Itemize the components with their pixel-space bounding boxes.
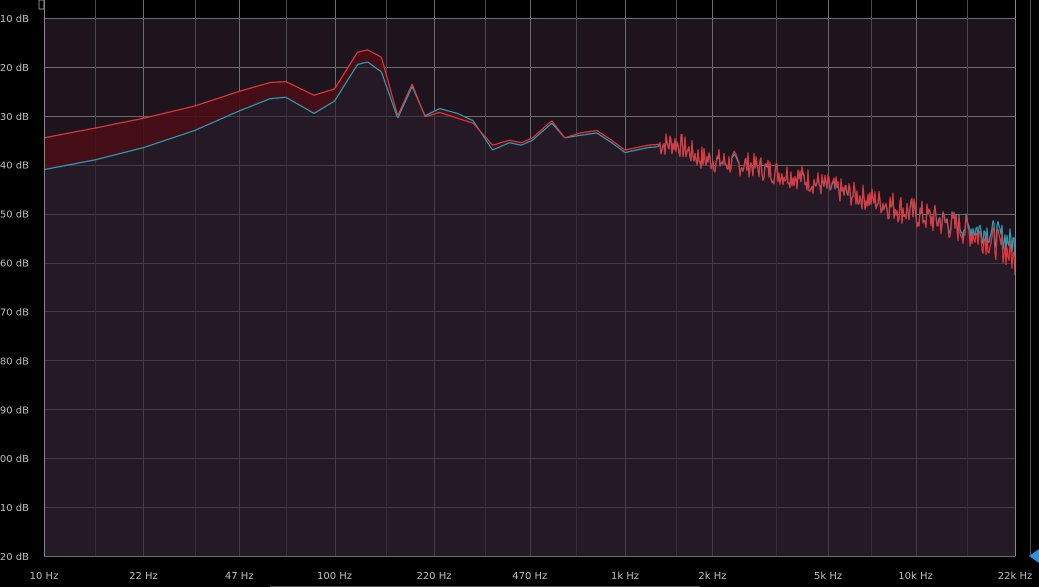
x-tick-label: 10 Hz (30, 571, 59, 582)
x-tick-label: 2k Hz (698, 571, 726, 582)
y-tick-label: -70 dB (0, 307, 29, 318)
right-scrollbar-track[interactable] (1030, 0, 1031, 556)
spectrum-analyzer-chart: -10 dB -20 dB -30 dB -40 dB -50 dB -60 dB -70 … (0, 0, 1039, 587)
x-tick-label: 5k Hz (814, 571, 842, 582)
x-tick-label: 10k Hz (898, 571, 932, 582)
y-tick-label: -50 dB (0, 210, 29, 221)
x-tick-label: 22k Hz (998, 571, 1032, 582)
y-tick-label: -80 dB (0, 356, 29, 367)
y-tick-label: -110 dB (0, 503, 29, 514)
y-tick-label: -30 dB (0, 112, 29, 123)
x-tick-label: 220 Hz (416, 571, 451, 582)
x-tick-label: 22 Hz (129, 571, 158, 582)
y-tick-label: -20 dB (0, 63, 29, 74)
y-tick-label: -60 dB (0, 259, 29, 270)
y-tick-label: -90 dB (0, 405, 29, 416)
x-tick-label: 47 Hz (225, 571, 254, 582)
y-tick-label: -100 dB (0, 454, 29, 465)
x-tick-label: 100 Hz (317, 571, 352, 582)
x-tick-label: 1k Hz (611, 571, 639, 582)
y-tick-label: -120 dB (0, 552, 29, 563)
x-tick-label: 470 Hz (512, 571, 547, 582)
y-tick-label: -10 dB (0, 14, 29, 25)
y-tick-label: -40 dB (0, 161, 29, 172)
